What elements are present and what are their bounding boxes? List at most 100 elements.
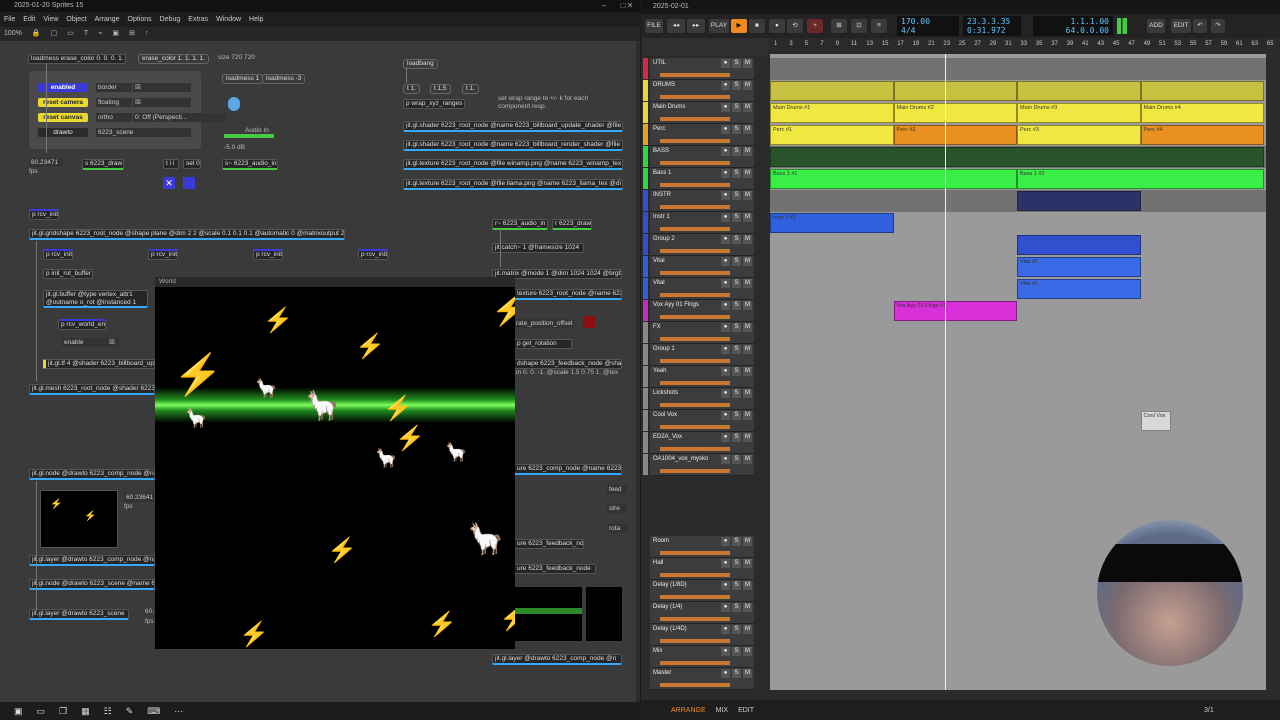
clip[interactable]: Perc #1 bbox=[770, 125, 894, 145]
power-icon[interactable]: ● bbox=[721, 81, 730, 90]
solo-button[interactable]: S bbox=[732, 59, 741, 68]
loop-display[interactable]: 1.1.1.00 64.0.0.00 bbox=[1033, 16, 1113, 36]
track-header[interactable]: Group 1 ● S M bbox=[650, 344, 754, 366]
volume-fader[interactable] bbox=[660, 227, 730, 231]
volume-fader[interactable] bbox=[660, 359, 730, 363]
microphone-icon[interactable] bbox=[228, 97, 240, 111]
volume-fader[interactable] bbox=[660, 95, 730, 99]
mute-button[interactable]: M bbox=[743, 367, 752, 376]
floating-field[interactable]: floating bbox=[96, 98, 132, 107]
volume-fader[interactable] bbox=[660, 183, 730, 187]
solo-button[interactable]: S bbox=[732, 257, 741, 266]
range-1b[interactable]: t 1. bbox=[462, 84, 480, 94]
loadmess-1[interactable]: loadmess 1 bbox=[222, 74, 264, 84]
solo-button[interactable]: S bbox=[732, 213, 741, 222]
node-scene[interactable]: jit.gl.node @drawto 6223_scene @name 6 bbox=[29, 579, 155, 590]
metronome-button[interactable]: ≡ bbox=[871, 19, 887, 33]
layers-icon[interactable]: ❐ bbox=[59, 706, 67, 717]
feedback-node-1[interactable]: ure 6223_feedback_node bbox=[514, 539, 584, 549]
power-icon[interactable]: ● bbox=[721, 125, 730, 134]
position-display[interactable]: 23.3.3.35 0:31.972 bbox=[963, 16, 1021, 36]
volume-fader[interactable] bbox=[660, 617, 730, 621]
volume-fader[interactable] bbox=[660, 447, 730, 451]
clip[interactable]: Cool Vox bbox=[1140, 411, 1171, 431]
redo-button[interactable]: ↷ bbox=[1211, 19, 1225, 33]
mute-button[interactable]: M bbox=[743, 59, 752, 68]
gl-mesh[interactable]: jit.gl.mesh 6223_root_node @shader 6223_… bbox=[29, 384, 155, 395]
solo-button[interactable]: S bbox=[732, 147, 741, 156]
texture-llama[interactable]: jit.gl.texture 6223_root_node @file llam… bbox=[403, 179, 623, 190]
ortho-field[interactable]: ortho bbox=[96, 113, 132, 122]
clip[interactable]: Perc #4 bbox=[1140, 125, 1264, 145]
clip[interactable]: Instr 1 #1 bbox=[770, 213, 894, 233]
fx-track-header[interactable]: Mix ● S M bbox=[650, 646, 754, 668]
minimize-button[interactable]: – bbox=[594, 0, 614, 12]
track-header[interactable]: DRUMS ● S M bbox=[650, 80, 754, 102]
solo-button[interactable]: S bbox=[732, 455, 741, 464]
power-icon[interactable]: ● bbox=[721, 213, 730, 222]
solo-button[interactable]: S bbox=[732, 559, 741, 568]
gl-buffer[interactable]: jit.gl.buffer @type vertex_attr1 @outnam… bbox=[43, 290, 148, 308]
mute-button[interactable]: M bbox=[743, 581, 752, 590]
record-button[interactable]: ● bbox=[769, 19, 785, 33]
clip[interactable]: Vital #1 bbox=[1017, 279, 1141, 299]
mute-button[interactable]: M bbox=[743, 345, 752, 354]
track-header[interactable]: Instr 1 ● S M bbox=[650, 212, 754, 234]
world-window[interactable]: World ⚡ ⚡ ⚡ ⚡ ⚡ ⚡ ⚡ ⚡ ⚡ ⚡ 🦙 🦙 🦙 🦙 🦙 🦙 bbox=[155, 277, 515, 649]
range-15[interactable]: t 1.5 bbox=[430, 84, 451, 94]
punch-button[interactable]: + bbox=[807, 19, 823, 33]
p-rcv-init[interactable]: p rcv_init bbox=[29, 209, 59, 220]
volume-fader[interactable] bbox=[660, 117, 730, 121]
wrench-icon[interactable]: ✎ bbox=[126, 706, 134, 717]
menu-view[interactable]: View bbox=[43, 12, 58, 27]
power-icon[interactable]: ● bbox=[721, 647, 730, 656]
p-get-rotation[interactable]: p get_rotation bbox=[514, 339, 572, 349]
node-comp[interactable]: jit.gl.node @drawto 6223_comp_node @na bbox=[29, 469, 155, 480]
fx-track-header[interactable]: Delay (1/4D) ● S M bbox=[650, 624, 754, 646]
track-header[interactable]: UTIL ● S M bbox=[650, 58, 754, 80]
power-icon[interactable]: ● bbox=[721, 625, 730, 634]
volume-fader[interactable] bbox=[660, 639, 730, 643]
dots-icon[interactable]: ⋯ bbox=[174, 706, 183, 717]
solo-button[interactable]: S bbox=[732, 669, 741, 678]
power-icon[interactable]: ● bbox=[721, 323, 730, 332]
menu-extras[interactable]: Extras bbox=[188, 12, 208, 27]
power-icon[interactable]: ● bbox=[721, 559, 730, 568]
link-icon[interactable]: ⌁ bbox=[98, 27, 102, 41]
packages-icon[interactable]: ☷ bbox=[104, 706, 112, 717]
arrange-tab[interactable]: ARRANGE bbox=[671, 707, 706, 714]
power-icon[interactable]: ● bbox=[721, 191, 730, 200]
solo-button[interactable]: S bbox=[732, 367, 741, 376]
solo-button[interactable]: S bbox=[732, 323, 741, 332]
track-header[interactable]: Group 2 ● S M bbox=[650, 234, 754, 256]
stop-button[interactable]: ■ bbox=[749, 19, 765, 33]
mute-button[interactable]: M bbox=[743, 669, 752, 678]
play-button[interactable]: ▶ bbox=[731, 19, 747, 33]
volume-fader[interactable] bbox=[660, 73, 730, 77]
power-icon[interactable]: ● bbox=[721, 603, 730, 612]
solo-button[interactable]: S bbox=[732, 125, 741, 134]
mute-button[interactable]: M bbox=[743, 301, 752, 310]
console-icon[interactable]: ▣ bbox=[14, 706, 23, 717]
track-header[interactable]: Yeah ● S M bbox=[650, 366, 754, 388]
solo-button[interactable]: S bbox=[732, 301, 741, 310]
volume-fader[interactable] bbox=[660, 661, 730, 665]
layer-comp[interactable]: jit.gl.layer @drawto 6223_comp_node @na bbox=[29, 555, 155, 566]
mute-button[interactable]: M bbox=[743, 537, 752, 546]
menu-edit[interactable]: Edit bbox=[23, 12, 35, 27]
gridshape[interactable]: jit.gl.gridshape 6223_root_node @shape p… bbox=[29, 229, 345, 240]
solo-button[interactable]: S bbox=[732, 279, 741, 288]
lock-icon[interactable]: 🔒 bbox=[32, 27, 41, 41]
solo-button[interactable]: S bbox=[732, 81, 741, 90]
enable-toggle[interactable]: ☒ bbox=[107, 338, 119, 347]
fx-track-header[interactable]: Delay (1/8D) ● S M bbox=[650, 580, 754, 602]
track-header[interactable]: ED2A_Vox ● S M bbox=[650, 432, 754, 454]
volume-fader[interactable] bbox=[660, 573, 730, 577]
power-icon[interactable]: ● bbox=[721, 389, 730, 398]
solo-button[interactable]: S bbox=[732, 235, 741, 244]
x-toggle[interactable]: ✕ bbox=[163, 177, 175, 189]
track-header[interactable]: Lickshots ● S M bbox=[650, 388, 754, 410]
mute-button[interactable]: M bbox=[743, 235, 752, 244]
mute-button[interactable]: M bbox=[743, 191, 752, 200]
play-label-button[interactable]: PLAY bbox=[709, 19, 729, 33]
